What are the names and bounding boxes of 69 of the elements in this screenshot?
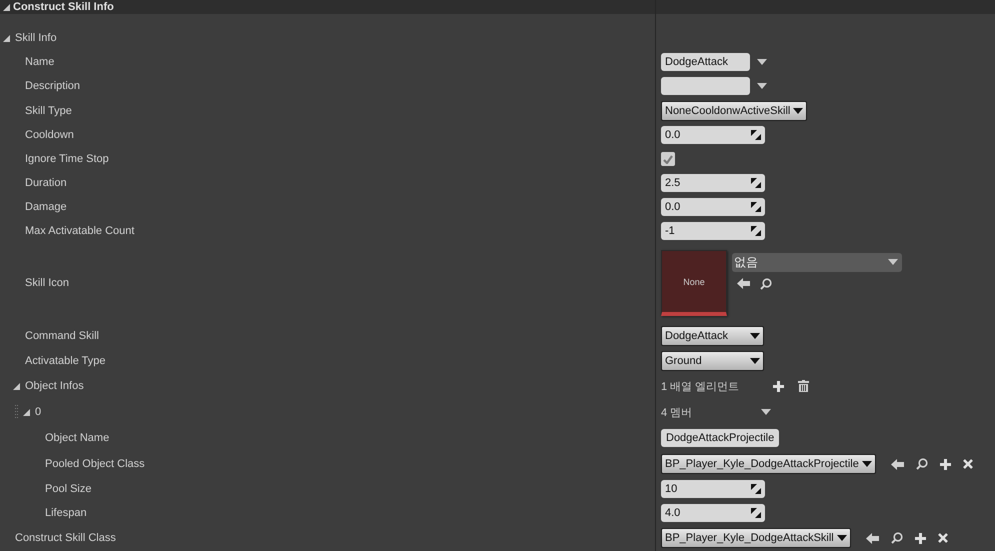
- search-icon[interactable]: [890, 532, 903, 544]
- caret-icon: [750, 358, 760, 364]
- caret-icon: [750, 332, 760, 338]
- expand-triangle-icon[interactable]: [23, 408, 30, 416]
- back-arrow-icon[interactable]: [866, 532, 879, 544]
- spin-arrows-icon[interactable]: [751, 202, 761, 212]
- spin-arrows-icon[interactable]: [751, 508, 761, 518]
- text-field[interactable]: DodgeAttackProjectile: [661, 429, 780, 447]
- plus-icon[interactable]: [940, 458, 951, 470]
- property-label: Description: [25, 80, 80, 92]
- plus-icon[interactable]: [773, 380, 784, 392]
- property-label: Construct Skill Class: [15, 532, 116, 544]
- property-label: Max Activatable Count: [25, 225, 134, 237]
- caret-icon: [862, 461, 872, 467]
- caret-icon: [836, 535, 847, 541]
- text-field[interactable]: DodgeAttack: [661, 53, 750, 71]
- number-field[interactable]: 0.0: [661, 126, 765, 144]
- search-icon[interactable]: [760, 278, 772, 290]
- section-title: Construct Skill Info: [13, 1, 114, 13]
- spin-arrows-icon[interactable]: [751, 130, 761, 140]
- property-label: Cooldown: [25, 129, 74, 141]
- expand-triangle-icon[interactable]: [13, 382, 20, 390]
- property-label: Lifespan: [45, 507, 87, 519]
- property-label: Skill Icon: [25, 277, 70, 289]
- search-icon[interactable]: [916, 458, 928, 470]
- property-label: Name: [25, 56, 54, 68]
- property-label: Duration: [25, 177, 67, 189]
- number-field[interactable]: 4.0: [661, 504, 765, 522]
- caret-icon: [793, 108, 804, 114]
- property-label: Skill Info: [15, 32, 57, 44]
- property-label: 0: [35, 406, 42, 418]
- property-label: Activatable Type: [25, 354, 106, 366]
- property-label: Object Name: [45, 432, 110, 444]
- property-label: Ignore Time Stop: [25, 153, 109, 165]
- dropdown-button[interactable]: BP_Player_Kyle_DodgeAttackSkill: [661, 528, 851, 548]
- caret-icon: [888, 259, 898, 265]
- trash-icon[interactable]: [798, 380, 810, 392]
- section-header[interactable]: Construct Skill Info: [0, 0, 995, 14]
- checkbox[interactable]: [661, 152, 675, 166]
- number-field[interactable]: 0.0: [661, 198, 765, 216]
- close-icon[interactable]: [938, 533, 948, 543]
- back-arrow-icon[interactable]: [890, 458, 904, 470]
- spin-arrows-icon[interactable]: [751, 178, 761, 188]
- property-label: Skill Type: [25, 104, 72, 116]
- number-field[interactable]: 2.5: [661, 174, 765, 192]
- thumbnail-tile[interactable]: None: [661, 250, 727, 316]
- member-count: 4 멤버: [661, 406, 694, 420]
- text-field[interactable]: [661, 77, 750, 95]
- spin-arrows-icon[interactable]: [751, 226, 761, 236]
- expand-triangle-icon[interactable]: [3, 4, 10, 10]
- property-label: Pool Size: [45, 483, 92, 495]
- asset-dropdown[interactable]: 없음: [732, 252, 902, 272]
- spin-arrows-icon[interactable]: [751, 484, 761, 494]
- dropdown-button[interactable]: Ground: [661, 350, 764, 370]
- number-field[interactable]: 10: [661, 480, 765, 498]
- close-icon[interactable]: [962, 459, 973, 469]
- dropdown-button[interactable]: BP_Player_Kyle_DodgeAttackProjectile: [661, 454, 876, 474]
- plus-icon[interactable]: [914, 532, 926, 544]
- property-label: Damage: [25, 201, 67, 213]
- dropdown-button[interactable]: DodgeAttack: [661, 326, 764, 346]
- property-label: Object Infos: [25, 380, 84, 392]
- property-label: Command Skill: [25, 330, 99, 342]
- back-arrow-icon[interactable]: [737, 278, 750, 289]
- property-label: Pooled Object Class: [45, 458, 145, 470]
- number-field[interactable]: -1: [661, 222, 765, 240]
- dropdown-button[interactable]: NoneCooldonwActiveSkill: [661, 100, 808, 120]
- check-icon: [663, 154, 673, 164]
- expand-triangle-icon[interactable]: [3, 34, 10, 42]
- element-count: 1 배열 엘리먼트: [661, 380, 740, 394]
